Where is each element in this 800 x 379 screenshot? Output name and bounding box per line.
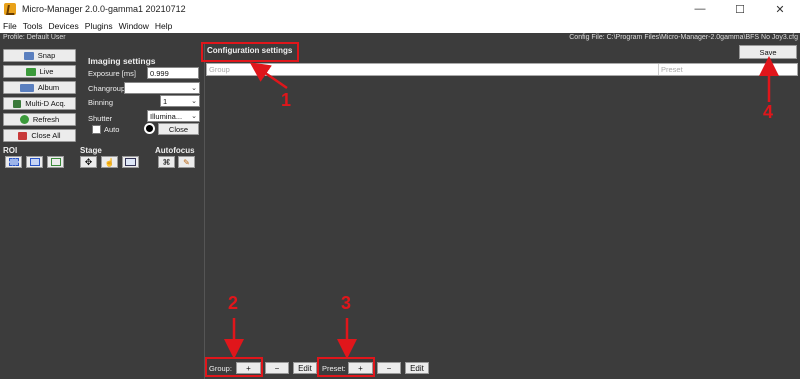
roi-title: ROI xyxy=(3,146,18,155)
config-bottom-bar: Group: + − Edit Preset: + − Edit xyxy=(205,361,800,377)
menu-devices[interactable]: Devices xyxy=(49,21,79,31)
configuration-panel: Configuration settings Save Group Preset… xyxy=(204,43,800,379)
camera-icon xyxy=(23,51,34,60)
album-button[interactable]: Album xyxy=(3,81,76,94)
roi-set-button[interactable] xyxy=(5,156,22,168)
title-bar: Micro-Manager 2.0.0-gamma1 20210712 — ☐ … xyxy=(0,0,800,18)
shutter-close-button[interactable]: Close xyxy=(158,123,199,135)
stage-position-list-button[interactable] xyxy=(122,156,139,168)
auto-shutter-checkbox[interactable] xyxy=(92,125,101,134)
menu-window[interactable]: Window xyxy=(119,21,149,31)
profile-bar: Profile: Default User Config File: C:\Pr… xyxy=(0,33,800,43)
hand-pointer-icon: ☝ xyxy=(104,157,115,167)
move-arrows-icon: ✥ xyxy=(84,156,93,167)
binning-value: 1 xyxy=(163,97,168,106)
menu-help[interactable]: Help xyxy=(155,21,172,31)
binning-label: Binning xyxy=(88,98,114,107)
binoculars-icon: ⌘ xyxy=(162,157,171,167)
imaging-settings-title: Imaging settings xyxy=(88,56,156,66)
annotation-box-preset-add xyxy=(317,357,375,377)
camera-to-album-icon xyxy=(19,83,34,92)
close-all-button[interactable]: Close All xyxy=(3,129,76,142)
roi-center-button[interactable] xyxy=(26,156,43,168)
annotation-number-4: 4 xyxy=(763,102,774,122)
changroup-label: Changroup xyxy=(88,84,126,93)
column-preset[interactable]: Preset xyxy=(658,64,797,75)
menu-bar: File Tools Devices Plugins Window Help xyxy=(0,18,800,33)
shutter-label: Shutter xyxy=(88,114,113,123)
roi-select-icon xyxy=(8,158,19,166)
stage-title: Stage xyxy=(80,146,102,155)
roi-center-icon xyxy=(29,158,40,166)
live-label: Live xyxy=(39,67,54,76)
annotation-number-1: 1 xyxy=(281,90,292,110)
multi-d-acq-button[interactable]: Multi-D Acq. xyxy=(3,97,76,110)
exposure-input[interactable]: 0.999 xyxy=(147,67,199,79)
config-file-path: Config File: C:\Program Files\Micro-Mana… xyxy=(569,34,798,41)
chevron-down-icon: ⌄ xyxy=(191,113,197,120)
left-control-panel: Snap Live Album Multi-D Acq. Refresh Clo… xyxy=(0,43,204,379)
stage-mouse-move-button[interactable]: ☝ xyxy=(101,156,118,168)
autofocus-settings-button[interactable]: ✎ xyxy=(178,156,195,168)
auto-label: Auto xyxy=(104,125,120,134)
refresh-icon xyxy=(19,115,29,124)
roi-full-frame-icon xyxy=(50,158,61,166)
annotation-box-group-add xyxy=(205,357,263,377)
profile-label: Profile: Default User xyxy=(3,34,66,41)
menu-tools[interactable]: Tools xyxy=(23,21,43,31)
album-label: Album xyxy=(37,83,60,92)
group-remove-button[interactable]: − xyxy=(265,362,289,374)
window-controls: — ☐ ✕ xyxy=(680,0,800,18)
menu-file[interactable]: File xyxy=(3,21,17,31)
shutter-value: Illumina... xyxy=(150,112,183,121)
close-all-icon xyxy=(18,131,28,140)
autofocus-title: Autofocus xyxy=(155,146,195,155)
micro-manager-logo-icon xyxy=(4,3,16,15)
film-strip-icon xyxy=(13,99,22,108)
video-camera-icon xyxy=(25,67,36,76)
autofocus-run-button[interactable]: ⌘ xyxy=(158,156,175,168)
exposure-label: Exposure [ms] xyxy=(88,69,136,78)
annotation-number-2: 2 xyxy=(228,293,239,313)
wrench-icon: ✎ xyxy=(183,157,190,167)
chevron-down-icon: ⌄ xyxy=(191,98,197,105)
binning-select[interactable]: 1 ⌄ xyxy=(160,95,200,107)
save-config-button[interactable]: Save xyxy=(739,45,797,59)
annotation-box-config-title xyxy=(201,42,299,62)
chevron-down-icon: ⌄ xyxy=(191,85,197,92)
roi-full-button[interactable] xyxy=(47,156,64,168)
close-window-button[interactable]: ✕ xyxy=(760,0,800,18)
changroup-select[interactable]: ⌄ xyxy=(124,82,200,94)
window-title: Micro-Manager 2.0.0-gamma1 20210712 xyxy=(22,4,186,14)
config-table-header: Group Preset xyxy=(206,63,798,76)
refresh-button[interactable]: Refresh xyxy=(3,113,76,126)
maximize-button[interactable]: ☐ xyxy=(720,0,760,18)
shutter-state-indicator xyxy=(144,123,155,134)
stage-move-button[interactable]: ✥ xyxy=(80,156,97,168)
preset-remove-button[interactable]: − xyxy=(377,362,401,374)
minimize-button[interactable]: — xyxy=(680,0,720,18)
snap-label: Snap xyxy=(37,51,56,60)
shutter-select[interactable]: Illumina... ⌄ xyxy=(147,110,200,122)
window-icon xyxy=(125,158,136,166)
refresh-label: Refresh xyxy=(32,115,60,124)
annotation-number-3: 3 xyxy=(341,293,352,313)
close-all-label: Close All xyxy=(31,131,61,140)
column-group[interactable]: Group xyxy=(207,64,658,75)
menu-plugins[interactable]: Plugins xyxy=(85,21,113,31)
live-button[interactable]: Live xyxy=(3,65,76,78)
preset-edit-button[interactable]: Edit xyxy=(405,362,429,374)
mda-label: Multi-D Acq. xyxy=(25,99,66,108)
snap-button[interactable]: Snap xyxy=(3,49,76,62)
group-edit-button[interactable]: Edit xyxy=(293,362,317,374)
